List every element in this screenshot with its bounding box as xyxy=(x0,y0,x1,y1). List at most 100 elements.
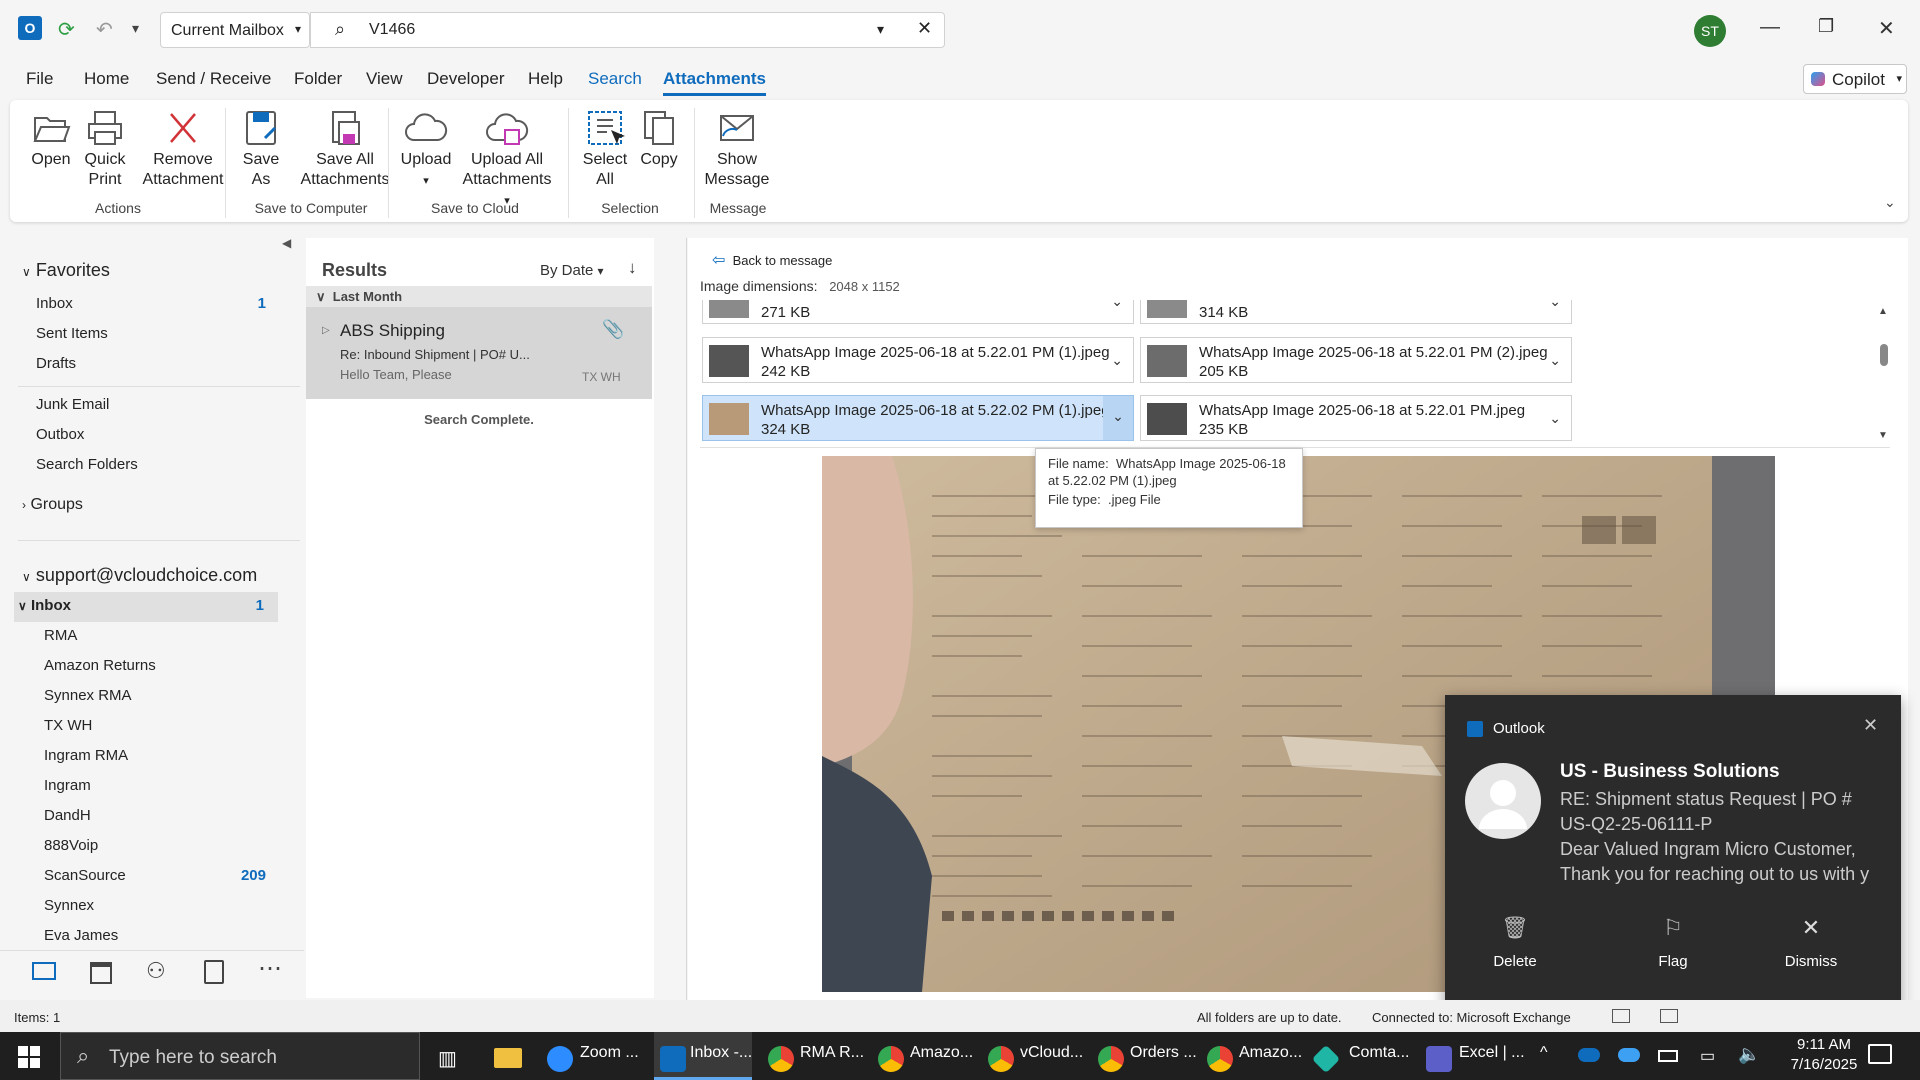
attachment-menu-chevron-icon[interactable]: ⌄ xyxy=(1549,410,1561,427)
attachment-menu-chevron-icon[interactable]: ⌄ xyxy=(1111,352,1123,369)
nav-folder-scansource[interactable]: ScanSource 209 xyxy=(44,867,266,884)
file-explorer-icon[interactable] xyxy=(494,1048,522,1068)
attachment-item[interactable]: 271 KB ⌄ xyxy=(702,300,1134,324)
volume-icon[interactable]: 🔈 xyxy=(1738,1044,1760,1065)
sort-by-date-dropdown[interactable]: By Date ▾ xyxy=(540,262,604,279)
onedrive-icon[interactable] xyxy=(1578,1048,1600,1062)
account-header[interactable]: ∨ support@vcloudchoice.com xyxy=(22,565,257,586)
notifications-icon[interactable] xyxy=(1868,1044,1892,1064)
favorites-header[interactable]: ∨ Favorites xyxy=(22,260,110,281)
save-as-button[interactable]: Save As xyxy=(240,108,282,190)
close-window-icon[interactable]: ✕ xyxy=(1878,16,1895,41)
attachment-item[interactable]: 314 KB ⌄ xyxy=(1140,300,1572,324)
menu-folder[interactable]: Folder xyxy=(294,69,342,89)
menu-home[interactable]: Home xyxy=(84,69,129,89)
attachment-item[interactable]: WhatsApp Image 2025-06-18 at 5.22.01 PM.… xyxy=(1140,395,1572,441)
toast-delete-button[interactable]: 🗑 Delete xyxy=(1465,915,1565,970)
open-button[interactable]: Open xyxy=(30,108,72,170)
pane-divider[interactable] xyxy=(686,238,687,1000)
nav-folder-tx-wh[interactable]: TX WH xyxy=(44,717,92,734)
menu-attachments[interactable]: Attachments xyxy=(663,69,766,96)
menu-view[interactable]: View xyxy=(366,69,403,89)
nav-item-inbox[interactable]: Inbox 1 xyxy=(36,295,266,312)
scroll-down-arrow-icon[interactable]: ▼ xyxy=(1878,430,1888,441)
nav-item-drafts[interactable]: Drafts xyxy=(36,355,76,372)
taskbar-search-box[interactable]: ⌕ Type here to search xyxy=(60,1032,420,1080)
sort-direction-icon[interactable]: ↓ xyxy=(628,258,637,278)
group-header-last-month[interactable]: ∨ Last Month xyxy=(306,286,652,308)
quick-print-button[interactable]: Quick Print xyxy=(82,108,128,190)
nav-folder-amazon-returns[interactable]: Amazon Returns xyxy=(44,657,156,674)
attachment-menu-chevron-icon[interactable]: ⌄ xyxy=(1549,352,1561,369)
nav-folder-888voip[interactable]: 888Voip xyxy=(44,837,98,854)
nav-folder-synnex[interactable]: Synnex xyxy=(44,897,94,914)
nav-folder-synnex-rma[interactable]: Synnex RMA xyxy=(44,687,132,704)
minimize-icon[interactable]: — xyxy=(1760,16,1780,39)
attachment-menu-chevron-icon[interactable]: ⌄ xyxy=(1111,300,1123,310)
nav-folder-rma[interactable]: RMA xyxy=(44,627,77,644)
attachment-item[interactable]: WhatsApp Image 2025-06-18 at 5.22.01 PM … xyxy=(702,337,1134,383)
attachment-item[interactable]: WhatsApp Image 2025-06-18 at 5.22.01 PM … xyxy=(1140,337,1572,383)
nav-item-junk-email[interactable]: Junk Email xyxy=(36,396,109,413)
nav-item-sent-items[interactable]: Sent Items xyxy=(36,325,108,342)
people-module-icon[interactable]: ⚇ xyxy=(146,958,166,984)
menu-file[interactable]: File xyxy=(26,69,53,89)
remove-attachment-button[interactable]: Remove Attachment xyxy=(140,108,226,190)
groups-header[interactable]: › Groups xyxy=(22,496,83,514)
show-message-button[interactable]: Show Message xyxy=(704,108,770,190)
taskbar-app-outlook-inbox[interactable]: Inbox -... xyxy=(690,1044,752,1062)
mailbox-scope-dropdown[interactable]: Current Mailbox ▾ xyxy=(160,12,310,48)
copy-button[interactable]: Copy xyxy=(636,108,682,170)
save-all-attachments-button[interactable]: Save All Attachments xyxy=(300,108,390,190)
search-options-chevron-icon[interactable]: ▾ xyxy=(877,21,884,38)
menu-send-receive[interactable]: Send / Receive xyxy=(156,69,271,89)
upload-all-attachments-button[interactable]: Upload All Attachments ▾ xyxy=(458,108,556,211)
reading-view-icon[interactable] xyxy=(1660,1009,1678,1023)
menu-developer[interactable]: Developer xyxy=(427,69,505,89)
search-input[interactable]: ⌕ V1466 ▾ ✕ xyxy=(310,12,945,48)
taskbar-app-chrome-vcloud[interactable]: vCloud... xyxy=(1020,1044,1083,1062)
more-modules-icon[interactable]: ⋯ xyxy=(258,954,282,983)
user-avatar[interactable]: ST xyxy=(1694,15,1726,47)
windows-start-icon[interactable] xyxy=(18,1046,40,1068)
nav-folder-ingram-rma[interactable]: Ingram RMA xyxy=(44,747,128,764)
nav-folder-dandh[interactable]: DandH xyxy=(44,807,91,824)
nav-folder-eva-james[interactable]: Eva James xyxy=(44,927,118,944)
mail-module-icon[interactable] xyxy=(32,962,56,980)
taskbar-app-excel[interactable]: Excel | ... xyxy=(1459,1044,1525,1062)
copilot-button[interactable]: Copilot ▾ xyxy=(1803,64,1907,94)
clear-search-icon[interactable]: ✕ xyxy=(917,18,932,39)
attachment-scrollbar-thumb[interactable] xyxy=(1880,344,1888,366)
back-to-message-link[interactable]: ⇦ Back to message xyxy=(712,250,832,270)
taskbar-app-chrome-orders[interactable]: Orders ... xyxy=(1130,1044,1197,1062)
task-view-icon[interactable]: ▥ xyxy=(438,1046,457,1071)
taskbar-app-chrome-rma[interactable]: RMA R... xyxy=(800,1044,864,1062)
sync-icon[interactable]: ⟳ xyxy=(58,17,75,42)
collapse-pane-icon[interactable]: ◀ xyxy=(282,236,291,250)
select-all-button[interactable]: Select All xyxy=(582,108,628,190)
tasks-module-icon[interactable] xyxy=(204,960,224,984)
expand-thread-icon[interactable]: ▷ xyxy=(322,325,330,336)
menu-search[interactable]: Search xyxy=(588,69,642,89)
onedrive-personal-icon[interactable] xyxy=(1618,1048,1640,1062)
toast-close-icon[interactable]: ✕ xyxy=(1863,715,1878,736)
toast-dismiss-button[interactable]: ✕ Dismiss xyxy=(1761,915,1861,970)
battery-icon[interactable] xyxy=(1658,1050,1678,1062)
taskbar-app-comta[interactable]: Comta... xyxy=(1349,1044,1409,1062)
scroll-up-arrow-icon[interactable]: ▲ xyxy=(1878,306,1888,317)
taskbar-app-zoom[interactable]: Zoom ... xyxy=(580,1044,639,1062)
nav-item-search-folders[interactable]: Search Folders xyxy=(36,456,138,473)
ribbon-expand-icon[interactable]: ⌄ xyxy=(1884,194,1896,211)
undo-icon[interactable]: ↶ xyxy=(96,17,113,42)
system-clock[interactable]: 9:11 AM 7/16/2025 xyxy=(1774,1035,1874,1075)
restore-icon[interactable]: ❐ xyxy=(1818,16,1834,37)
upload-button[interactable]: Upload ▾ xyxy=(398,108,454,191)
nav-item-outbox[interactable]: Outbox xyxy=(36,426,84,443)
toast-flag-button[interactable]: ⚐ Flag xyxy=(1623,915,1723,970)
nav-folder-ingram[interactable]: Ingram xyxy=(44,777,91,794)
attachment-item-selected[interactable]: WhatsApp Image 2025-06-18 at 5.22.02 PM … xyxy=(702,395,1134,441)
attachment-menu-chevron-icon[interactable]: ⌄ xyxy=(1103,396,1133,440)
nav-item-account-inbox[interactable]: ∨ Inbox 1 xyxy=(18,597,264,614)
notification-toast[interactable]: Outlook ✕ US - Business Solutions RE: Sh… xyxy=(1445,695,1901,1013)
taskbar-app-chrome-amazon[interactable]: Amazo... xyxy=(910,1044,973,1062)
